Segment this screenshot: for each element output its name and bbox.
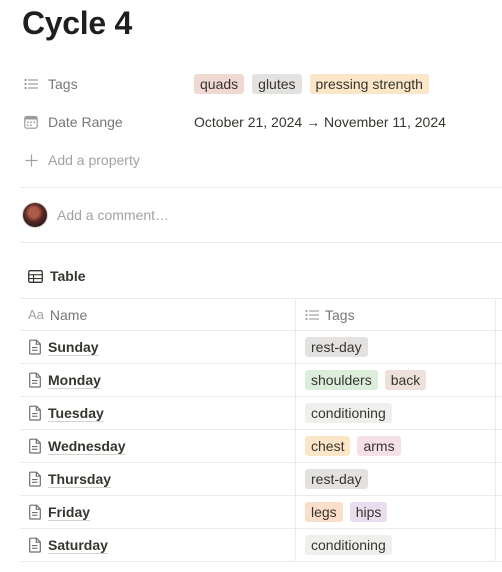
tag-pressing-strength: pressing strength xyxy=(309,74,429,94)
tab-table-view[interactable]: Table xyxy=(28,268,86,284)
comment-placeholder: Add a comment… xyxy=(57,207,170,223)
property-tags-value[interactable]: quads glutes pressing strength xyxy=(194,74,437,94)
table-header: Aa Name Tags xyxy=(20,298,502,331)
tag-rest-day: rest-day xyxy=(305,337,368,357)
table-body: Sunday rest-day Monday shoulders back Tuesday… xyxy=(20,331,502,562)
divider xyxy=(20,187,502,188)
page-icon xyxy=(28,537,42,553)
page-icon xyxy=(28,471,42,487)
property-date-range-value[interactable]: October 21, 2024 → November 11, 2024 xyxy=(194,114,446,130)
row-title[interactable]: Monday xyxy=(48,372,101,388)
tag-hips: hips xyxy=(349,502,388,522)
tag-back: back xyxy=(384,370,427,390)
comment-input[interactable]: Add a comment… xyxy=(22,201,169,229)
add-property-button[interactable]: Add a property xyxy=(22,145,502,175)
calendar-icon xyxy=(22,113,40,131)
column-header-name[interactable]: Aa Name xyxy=(20,299,296,330)
cell-name[interactable]: Monday xyxy=(20,364,296,396)
property-date-range-label[interactable]: Date Range xyxy=(22,113,194,131)
row-title[interactable]: Thursday xyxy=(48,471,111,487)
row-title[interactable]: Saturday xyxy=(48,537,108,553)
tag-conditioning: conditioning xyxy=(305,535,392,555)
tag-shoulders: shoulders xyxy=(305,370,378,390)
divider xyxy=(20,242,502,243)
tag-legs: legs xyxy=(305,502,343,522)
page-icon xyxy=(28,504,42,520)
cell-name[interactable]: Friday xyxy=(20,496,296,528)
text-aa-icon: Aa xyxy=(28,307,44,322)
cell-tags[interactable]: legs hips xyxy=(296,496,496,528)
tag-chest: chest xyxy=(305,436,351,456)
cell-name[interactable]: Thursday xyxy=(20,463,296,495)
column-header-tags[interactable]: Tags xyxy=(296,299,496,330)
table-row[interactable]: Sunday rest-day xyxy=(20,331,502,364)
cell-tags[interactable]: conditioning xyxy=(296,529,496,561)
list-icon xyxy=(305,309,319,321)
table-row[interactable]: Wednesday chest arms xyxy=(20,430,502,463)
cell-name[interactable]: Sunday xyxy=(20,331,296,363)
page-icon xyxy=(28,372,42,388)
cell-tags[interactable]: rest-day xyxy=(296,463,496,495)
tag-glutes: glutes xyxy=(252,74,302,94)
column-header-label: Tags xyxy=(325,306,355,323)
column-header-label: Name xyxy=(49,306,88,323)
table-row[interactable]: Saturday conditioning xyxy=(20,529,502,562)
database-table: Aa Name Tags Sunday rest-day Monday shoulde… xyxy=(20,298,502,562)
cell-name[interactable]: Saturday xyxy=(20,529,296,561)
page-icon xyxy=(28,438,42,454)
list-icon xyxy=(22,75,40,93)
cell-name[interactable]: Wednesday xyxy=(20,430,296,462)
tag-arms: arms xyxy=(357,436,401,456)
tag-conditioning: conditioning xyxy=(305,403,392,423)
add-property-label: Add a property xyxy=(48,152,140,168)
tag-rest-day: rest-day xyxy=(305,469,368,489)
property-date-range: Date Range October 21, 2024 → November 1… xyxy=(22,107,502,137)
view-label: Table xyxy=(50,268,86,284)
table-row[interactable]: Friday legs hips xyxy=(20,496,502,529)
row-title[interactable]: Friday xyxy=(48,504,90,520)
plus-icon xyxy=(22,151,40,169)
cell-name[interactable]: Tuesday xyxy=(20,397,296,429)
property-label-text: Tags xyxy=(48,76,78,92)
table-row[interactable]: Thursday rest-day xyxy=(20,463,502,496)
avatar xyxy=(22,202,48,228)
page-icon xyxy=(28,339,42,355)
page-title[interactable]: Cycle 4 xyxy=(22,2,132,44)
table-icon xyxy=(28,269,43,283)
cell-tags[interactable]: shoulders back xyxy=(296,364,496,396)
table-row[interactable]: Monday shoulders back xyxy=(20,364,502,397)
tag-quads: quads xyxy=(194,74,245,94)
cell-tags[interactable]: rest-day xyxy=(296,331,496,363)
property-tags: Tags quads glutes pressing strength xyxy=(22,69,502,99)
cell-tags[interactable]: conditioning xyxy=(296,397,496,429)
property-tags-label[interactable]: Tags xyxy=(22,75,194,93)
cell-tags[interactable]: chest arms xyxy=(296,430,496,462)
table-row[interactable]: Tuesday conditioning xyxy=(20,397,502,430)
property-label-text: Date Range xyxy=(48,114,123,130)
row-title[interactable]: Sunday xyxy=(48,339,99,355)
row-title[interactable]: Wednesday xyxy=(48,438,126,454)
row-title[interactable]: Tuesday xyxy=(48,405,104,421)
page-icon xyxy=(28,405,42,421)
